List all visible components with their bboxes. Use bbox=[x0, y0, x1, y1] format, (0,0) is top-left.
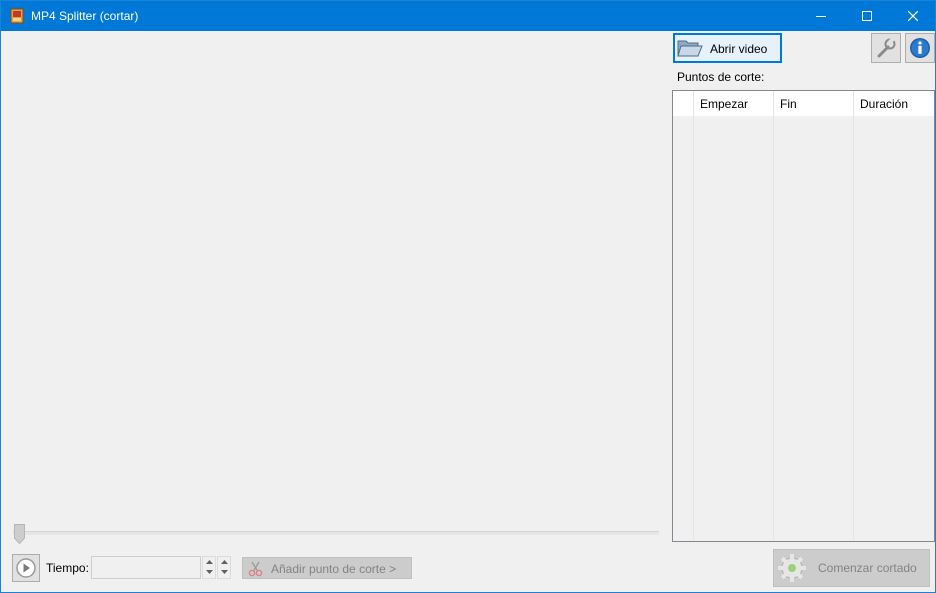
open-video-label: Abrir video bbox=[710, 42, 768, 56]
play-button[interactable] bbox=[12, 554, 40, 582]
folder-open-icon bbox=[677, 40, 703, 57]
arrow-down-icon bbox=[206, 570, 213, 574]
scissors-icon bbox=[248, 561, 263, 577]
gear-icon bbox=[778, 554, 806, 582]
column-header-index[interactable] bbox=[673, 91, 694, 116]
column-header-end[interactable]: Fin bbox=[774, 91, 854, 116]
time-spinner-frames[interactable] bbox=[217, 556, 231, 579]
arrow-down-icon bbox=[221, 570, 228, 574]
info-icon bbox=[910, 38, 930, 58]
time-spinner-hours[interactable] bbox=[202, 556, 216, 579]
start-cutting-button[interactable]: Comenzar cortado bbox=[773, 549, 930, 587]
wrench-icon bbox=[877, 37, 896, 58]
arrow-up-icon bbox=[206, 560, 213, 564]
column-header-start[interactable]: Empezar bbox=[694, 91, 774, 116]
table-header: Empezar Fin Duración bbox=[673, 91, 934, 116]
column-header-duration[interactable]: Duración bbox=[854, 91, 934, 116]
info-button[interactable] bbox=[905, 33, 935, 63]
maximize-button[interactable] bbox=[844, 1, 890, 31]
settings-button[interactable] bbox=[871, 33, 901, 63]
column-divider bbox=[693, 116, 694, 541]
close-icon bbox=[908, 11, 918, 21]
title-bar[interactable]: MP4 Splitter (cortar) bbox=[1, 1, 935, 31]
column-divider bbox=[773, 116, 774, 541]
seek-track[interactable] bbox=[13, 531, 659, 535]
app-icon bbox=[10, 8, 24, 24]
close-button[interactable] bbox=[890, 1, 936, 31]
seek-thumb[interactable] bbox=[14, 524, 25, 544]
video-preview[interactable] bbox=[1, 31, 670, 527]
time-label: Tiempo: bbox=[46, 561, 89, 575]
time-input[interactable] bbox=[91, 556, 201, 579]
play-icon bbox=[16, 558, 36, 578]
open-video-button[interactable]: Abrir video bbox=[673, 33, 782, 63]
minimize-icon bbox=[816, 16, 826, 17]
app-window: MP4 Splitter (cortar) Tiempo: Añadir pun… bbox=[0, 0, 936, 593]
arrow-up-icon bbox=[221, 560, 228, 564]
cut-points-table[interactable]: Empezar Fin Duración bbox=[672, 90, 935, 542]
window-title: MP4 Splitter (cortar) bbox=[31, 9, 139, 23]
maximize-icon bbox=[862, 11, 872, 21]
add-cut-point-label: Añadir punto de corte > bbox=[271, 562, 397, 576]
minimize-button[interactable] bbox=[798, 1, 844, 31]
column-divider bbox=[853, 116, 854, 541]
start-cutting-label: Comenzar cortado bbox=[818, 561, 917, 575]
add-cut-point-button[interactable]: Añadir punto de corte > bbox=[242, 557, 412, 579]
cut-points-label: Puntos de corte: bbox=[677, 70, 765, 84]
